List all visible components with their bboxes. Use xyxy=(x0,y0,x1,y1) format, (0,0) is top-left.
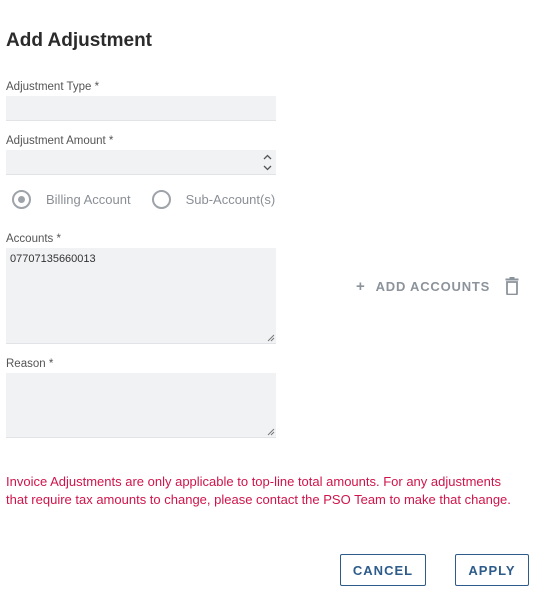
accounts-label: Accounts * xyxy=(6,233,61,245)
sub-accounts-option[interactable]: Sub-Account(s) xyxy=(151,190,276,209)
cancel-button[interactable]: CANCEL xyxy=(340,554,426,586)
trash-icon[interactable] xyxy=(505,277,519,295)
adjustment-type-input[interactable] xyxy=(6,96,276,121)
dialog-title: Add Adjustment xyxy=(6,30,153,51)
accounts-textarea[interactable]: 07707135660013 xyxy=(6,248,276,344)
plus-icon: + xyxy=(356,278,366,295)
billing-account-option[interactable]: Billing Account xyxy=(12,190,131,209)
reason-label: Reason * xyxy=(6,358,54,370)
chevron-up-icon[interactable] xyxy=(263,154,272,160)
resize-handle-icon[interactable] xyxy=(267,334,275,342)
adjustment-amount-label: Adjustment Amount * xyxy=(6,135,114,147)
chevron-down-icon[interactable] xyxy=(263,165,272,171)
sub-accounts-label: Sub-Account(s) xyxy=(185,192,276,207)
billing-account-label: Billing Account xyxy=(46,192,131,207)
reason-textarea[interactable] xyxy=(6,373,276,438)
apply-button[interactable]: APPLY xyxy=(455,554,529,586)
sub-accounts-radio[interactable] xyxy=(151,190,171,209)
adjustment-type-label: Adjustment Type * xyxy=(6,81,100,93)
tax-notice-text: Invoice Adjustments are only applicable … xyxy=(6,474,511,507)
account-scope-radio-group: Billing Account Sub-Account(s) xyxy=(12,190,275,209)
accounts-value: 07707135660013 xyxy=(10,253,96,265)
resize-handle-icon[interactable] xyxy=(267,428,275,436)
add-accounts-label: ADD ACCOUNTS xyxy=(375,279,491,294)
billing-account-radio[interactable] xyxy=(12,190,31,209)
adjustment-amount-input[interactable] xyxy=(6,150,276,175)
add-accounts-button[interactable]: + ADD ACCOUNTS xyxy=(356,278,490,295)
amount-stepper[interactable] xyxy=(262,154,272,171)
